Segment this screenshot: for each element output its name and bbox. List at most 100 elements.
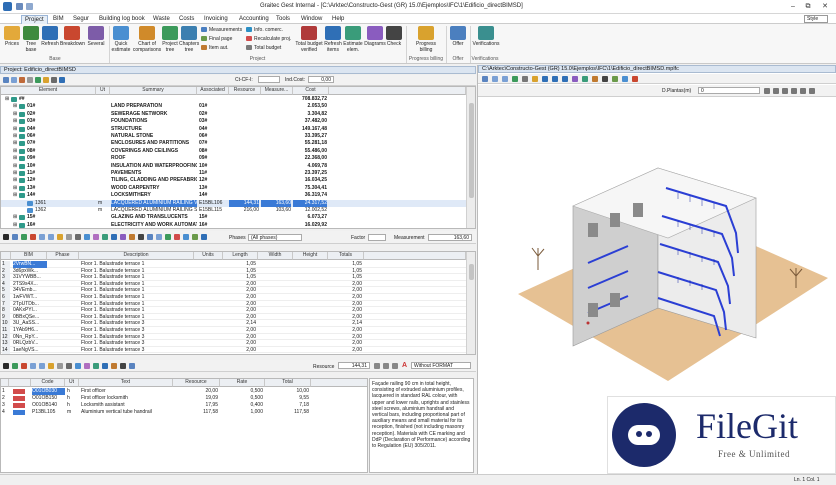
tree-expander-icon[interactable]: ⊞ (13, 170, 18, 177)
plane-first-icon[interactable] (782, 88, 788, 94)
tree-expander-icon[interactable]: ⊞ (13, 140, 18, 147)
res-save-icon[interactable] (3, 363, 9, 369)
copy-line-icon[interactable] (66, 234, 72, 240)
viewer-zoom-out-icon[interactable] (552, 76, 558, 82)
tree-expander-icon[interactable] (21, 207, 26, 214)
project-row[interactable]: 1361 m LACQUERED ALUMINIUM RAILING V... E15… (1, 199, 466, 207)
tree-expander-icon[interactable]: ⊞ (13, 111, 18, 118)
measure-row[interactable]: 9 0BBxQSe... Floor 1. Balustrade terrace 1… (1, 313, 466, 321)
final-page-button[interactable]: Final page (201, 36, 232, 43)
col-units[interactable]: Units (194, 252, 223, 260)
menu-window[interactable]: Window (298, 15, 325, 23)
col-description[interactable]: Description (79, 252, 194, 260)
check-button[interactable]: Check (386, 26, 402, 47)
menu-building-log-book[interactable]: Building log book (96, 15, 148, 23)
refresh-items-button[interactable]: Refresh items (324, 26, 342, 53)
res-price-icon[interactable] (84, 363, 90, 369)
tree-expander-icon[interactable]: ⊞ (13, 155, 18, 162)
close-button[interactable]: ✕ (818, 2, 832, 12)
quick-estimate-button[interactable]: Quick estimate (111, 26, 131, 53)
cut-icon[interactable] (57, 234, 63, 240)
info-comerc-button[interactable]: Info. comerc. (246, 27, 283, 34)
col-length[interactable]: Length (223, 252, 258, 260)
tree-expander-icon[interactable]: ⊞ (13, 222, 18, 228)
measure-row[interactable]: 1 2VrwBN... Floor 1. Balustrade terrace 11… (1, 261, 466, 268)
col-height[interactable]: Height (293, 252, 328, 260)
item-aut-button[interactable]: Item aut. (201, 45, 228, 52)
up-icon[interactable] (39, 234, 45, 240)
viewer-open-icon[interactable] (532, 76, 538, 82)
tree-expander-icon[interactable]: ⊞ (13, 177, 18, 184)
project-row[interactable]: ⊞ 16# ELECTRICITY AND WORK AUTOMAT... 16# 16… (1, 222, 466, 228)
verifications-button[interactable]: Verifications (472, 26, 500, 47)
tree-expander-icon[interactable]: ⊞ (13, 126, 18, 133)
col-phase[interactable]: Phase (47, 252, 79, 260)
tree-expander-icon[interactable]: ⊞ (13, 185, 18, 192)
measure-row[interactable]: 8 0AKxPYl... Floor 1. Balustrade terrace 1… (1, 307, 466, 315)
viewer-print-icon[interactable] (522, 76, 528, 82)
project-row[interactable]: ⊞ 11# PAVEMENTS 11# 23.397,25 (1, 170, 466, 177)
refresh-base-button[interactable]: Refresh (41, 26, 59, 47)
copy-icon[interactable] (35, 77, 41, 83)
format-select[interactable]: Without FORMAT (411, 362, 471, 369)
tree-expander-icon[interactable]: ⊞ (13, 103, 18, 110)
plane-all-icon[interactable] (800, 88, 806, 94)
filter-line-icon[interactable] (120, 234, 126, 240)
plane-down-icon[interactable] (773, 88, 779, 94)
menu-segur[interactable]: Segur (70, 15, 92, 23)
viewer-pan-icon[interactable] (582, 76, 588, 82)
minimize-button[interactable]: – (786, 2, 800, 12)
quick-undo-icon[interactable] (26, 3, 33, 10)
col-code[interactable]: Code (31, 379, 65, 387)
res-add-icon[interactable] (12, 363, 18, 369)
project-row[interactable]: ⊞ 01# LAND PREPARATION 01# 2.053,50 (1, 103, 466, 110)
res-delete-icon[interactable] (21, 363, 27, 369)
measure-row[interactable]: 4 2TS9s4X... Floor 1. Balustrade terrace 1… (1, 280, 466, 288)
tree-expander-icon[interactable]: ⊞ (13, 163, 18, 170)
delete-line-icon[interactable] (30, 234, 36, 240)
col-rate[interactable]: Rate (220, 379, 265, 387)
measure-row[interactable]: 11 1YAb9H6... Floor 1. Balustrade terrace … (1, 327, 466, 334)
restore-button[interactable]: ⧉ (801, 2, 815, 12)
quick-save-icon[interactable] (16, 3, 23, 10)
col-resource[interactable]: Resource (229, 87, 261, 95)
print-icon[interactable] (138, 234, 144, 240)
bim-link-icon[interactable] (102, 234, 108, 240)
link-icon[interactable] (156, 234, 162, 240)
add-line-icon[interactable] (21, 234, 27, 240)
diagrams-button[interactable]: Diagrams (364, 26, 386, 47)
view-icon[interactable] (147, 234, 153, 240)
res-copy-icon[interactable] (57, 363, 63, 369)
down-icon[interactable] (48, 234, 54, 240)
menu-waste[interactable]: Waste (150, 15, 173, 23)
menu-project[interactable]: Project (21, 15, 48, 24)
tree-expander-icon[interactable]: ⊞ (13, 192, 18, 199)
select-icon[interactable] (111, 234, 117, 240)
res-cut-icon[interactable] (48, 363, 54, 369)
breakdown-button[interactable]: Breakdown (60, 26, 85, 47)
resource-row[interactable]: 1 O01OB030 h First officer 20,00 0,500 10,00 (1, 388, 367, 395)
measure-scroll-thumb[interactable] (469, 264, 474, 280)
measure-row[interactable]: 13 0RLQzbV... Floor 1. Balustrade terrace … (1, 340, 466, 348)
ct-cf-input[interactable] (258, 76, 280, 83)
project-tree-button[interactable]: Project tree (162, 26, 178, 53)
tree-collapse-icon[interactable] (11, 77, 17, 83)
col-totals[interactable]: Totals (328, 252, 364, 260)
resource-description[interactable]: Façade railing 90 cm in total height, co… (369, 378, 474, 473)
resource-row[interactable]: 3 O01OB140 h Locksmith assistant 17,95 0,400 7… (1, 402, 367, 409)
chart-line-icon[interactable] (192, 234, 198, 240)
save-icon[interactable] (3, 234, 9, 240)
factor-input[interactable] (368, 234, 386, 241)
tree-base-button[interactable]: Tree base (22, 26, 40, 53)
col-associated[interactable]: Associated (197, 87, 229, 95)
project-row[interactable]: 1362 m LACQUERED ALUMINIUM RAILING STA...E… (1, 207, 466, 214)
res-format-icon[interactable] (392, 363, 398, 369)
plane-last-icon[interactable] (791, 88, 797, 94)
res-sort-icon[interactable] (111, 363, 117, 369)
res-print-icon[interactable] (120, 363, 126, 369)
project-row[interactable]: ⊞ 13# WOOD CARPENTRY 13# 75.304,41 (1, 185, 466, 192)
resource-row[interactable]: 4 P13BL105 m Aluminium vertical tube handra… (1, 409, 367, 416)
col-total[interactable]: Total (265, 379, 311, 387)
col-element[interactable]: Element (1, 87, 96, 95)
project-row[interactable]: ⊞ 15# GLAZING AND TRANSLUCENTS 15# 6.073,27 (1, 214, 466, 221)
